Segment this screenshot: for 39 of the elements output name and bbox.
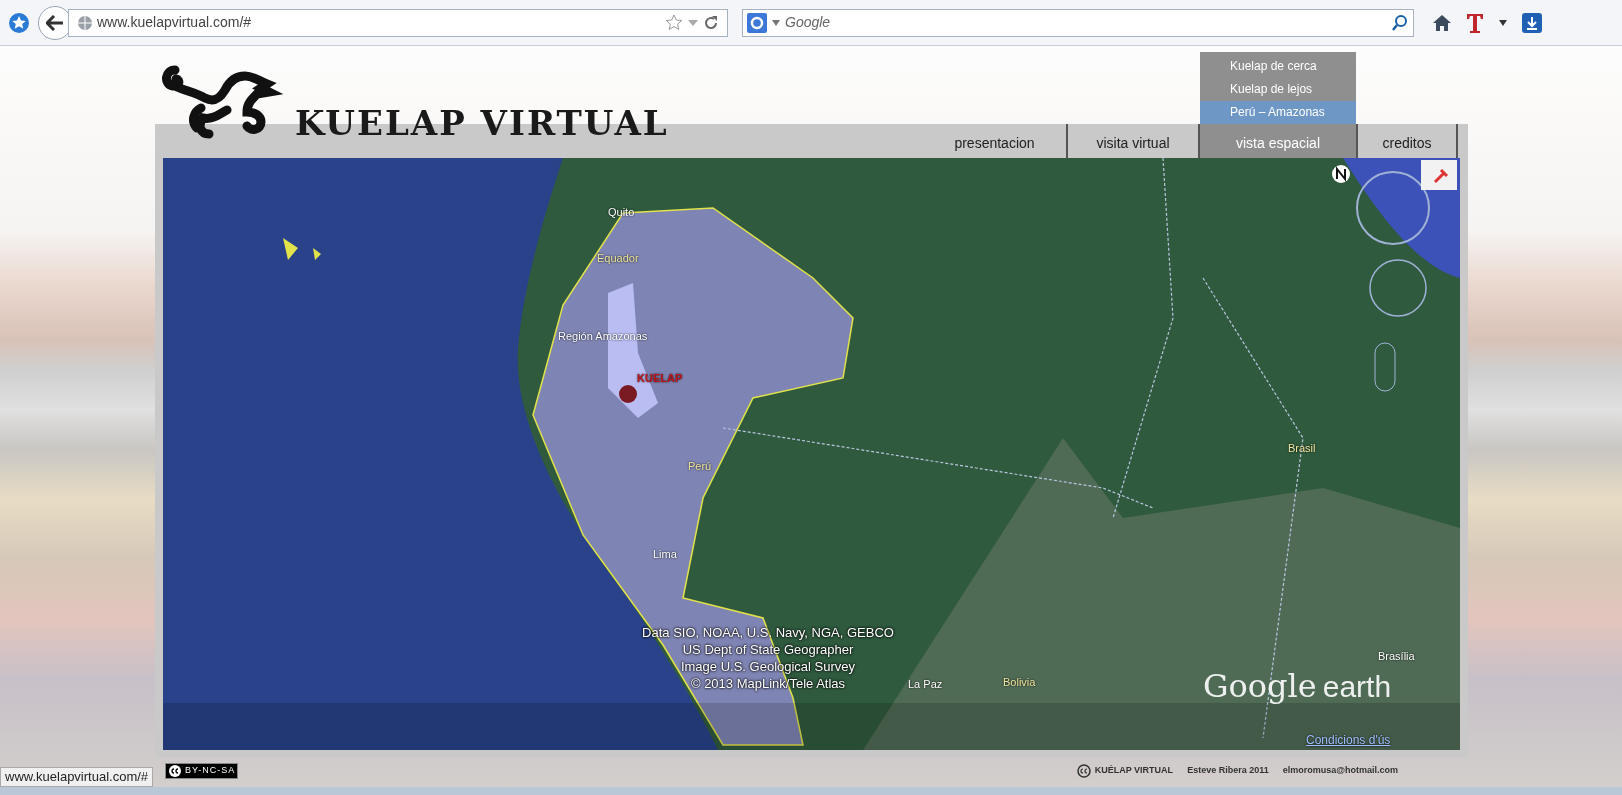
map-label: Perú: [688, 459, 712, 474]
map-label: La Paz: [908, 677, 943, 692]
map-label: Brasil: [1288, 441, 1316, 456]
compass-icon[interactable]: [1331, 164, 1351, 184]
nav-tab[interactable]: visita virtual: [1068, 124, 1198, 158]
pin-icon[interactable]: [1421, 160, 1457, 190]
search-field[interactable]: Google: [742, 8, 1414, 37]
url-field[interactable]: www.kuelapvirtual.com/#: [68, 8, 728, 37]
google-earth-logo: Google: [1203, 670, 1317, 702]
footer-author: Esteve Ribera 2011: [1187, 764, 1269, 778]
dropdown-icon[interactable]: [1498, 18, 1508, 27]
map-label: KUELAP: [637, 371, 683, 386]
license-badge[interactable]: BY-NC-SA: [165, 763, 239, 779]
search-input[interactable]: Google: [785, 12, 1387, 33]
url-text: www.kuelapvirtual.com/#: [97, 13, 253, 32]
nav-tab[interactable]: creditos: [1358, 124, 1456, 158]
creative-commons-icon: [168, 764, 182, 778]
home-icon[interactable]: [1432, 13, 1452, 32]
search-engine-icon[interactable]: [747, 12, 767, 33]
footer-site: KUÉLAP VIRTUAL: [1094, 764, 1174, 778]
reload-icon[interactable]: [703, 14, 719, 31]
site-title: KUELAP VIRTUAL: [295, 106, 669, 145]
footer-email[interactable]: elmoromusa@hotmail.com: [1282, 764, 1398, 778]
t-letter-icon[interactable]: [1466, 11, 1484, 34]
status-link-tooltip: www.kuelapvirtual.com/#: [0, 767, 154, 787]
search-icon[interactable]: [1391, 13, 1409, 32]
map-label: Brasília: [1378, 649, 1415, 664]
star-icon[interactable]: [665, 13, 683, 32]
google-earth-logo: earth: [1322, 672, 1392, 702]
nav-tab[interactable]: presentacion: [923, 124, 1066, 158]
download-icon[interactable]: [1522, 12, 1542, 33]
globe-icon: [77, 14, 93, 31]
back-arrow-icon[interactable]: [46, 14, 64, 31]
map-label: Lima: [653, 547, 677, 562]
map-label: Equador: [597, 251, 639, 266]
terms-link[interactable]: Condicions d'ús: [1306, 731, 1391, 749]
map-label: Bolivia: [1003, 675, 1036, 690]
creative-commons-icon: [1076, 764, 1091, 778]
map-label: Quito: [608, 205, 635, 220]
